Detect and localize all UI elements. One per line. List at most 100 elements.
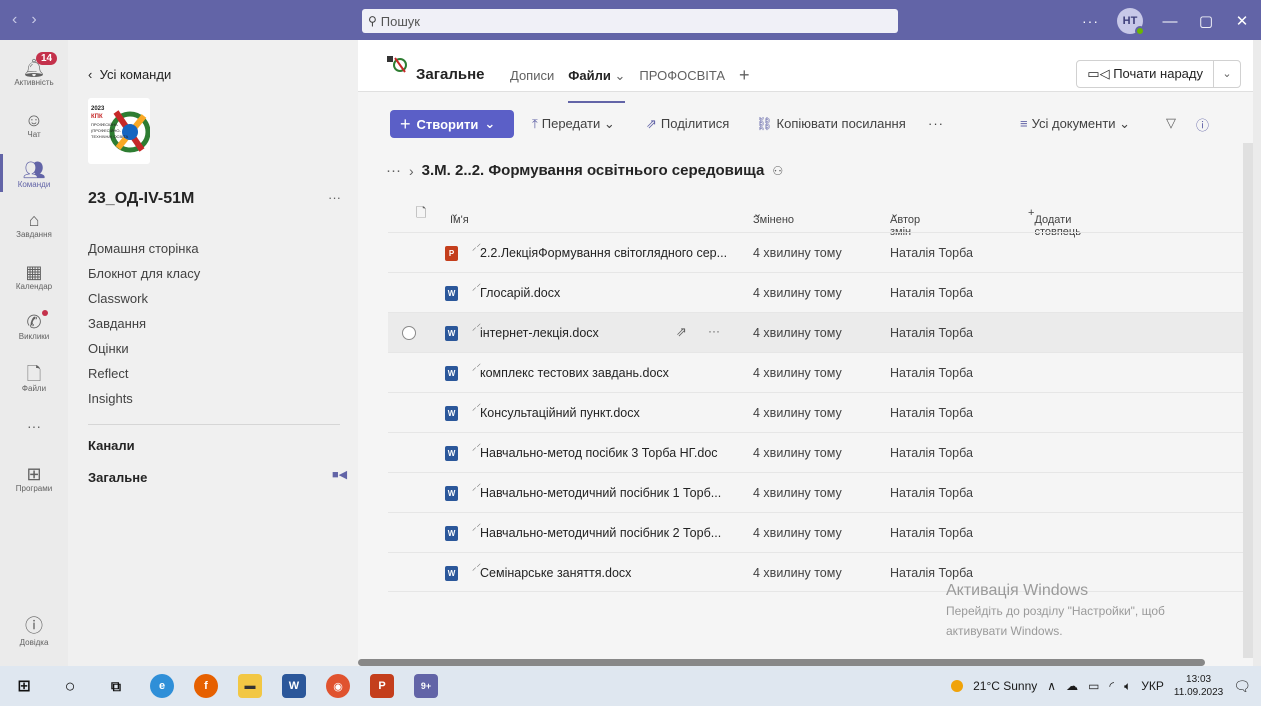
team-panel: ‹ Усі команди 2023 КПК ПРОФЕСІЙНА (ПРОФЕ… xyxy=(68,40,358,666)
file-name[interactable]: Навчально-метод посібик 3 Торба НГ.doc xyxy=(480,446,718,460)
nav-reflect[interactable]: Reflect xyxy=(88,361,200,386)
file-name[interactable]: Глосарій.docx xyxy=(480,286,560,300)
firefox-icon[interactable]: f xyxy=(194,674,218,698)
file-name[interactable]: Консультаційний пункт.docx xyxy=(480,406,640,420)
chevron-down-icon[interactable]: ⌄ xyxy=(1214,61,1240,87)
file-name[interactable]: Навчально-методичний посібник 2 Торб... xyxy=(480,526,721,540)
upload-button[interactable]: ⤒ Передати ⌄ xyxy=(532,116,615,132)
clock-date: 11.09.2023 xyxy=(1173,687,1224,698)
rail-teams[interactable]: 👥︎ Команди xyxy=(0,160,68,189)
chrome-icon[interactable]: ◉ xyxy=(326,674,350,698)
tray-chevron-up-icon[interactable]: ∧ xyxy=(1047,679,1056,693)
weather-text[interactable]: 21°C Sunny xyxy=(973,679,1037,693)
close-button[interactable]: ✕ xyxy=(1233,12,1251,30)
title-bar: ‹ › ⚲ Пошук ··· НТ — ▢ ✕ xyxy=(0,0,1261,40)
rail-assignments[interactable]: ⌂ Завдання xyxy=(0,210,68,239)
rail-chat[interactable]: ☺ Чат xyxy=(0,110,68,139)
rail-calendar[interactable]: ▦ Календар xyxy=(0,262,68,291)
task-view-icon[interactable]: ⧉ xyxy=(104,674,128,698)
settings-more-button[interactable]: ··· xyxy=(1082,13,1099,29)
network-icon[interactable]: ◜ xyxy=(1109,679,1114,693)
col-name[interactable]: Ім'я ⌄ xyxy=(450,207,469,226)
meet-now-button[interactable]: ▭◁ Почати нараду ⌄ xyxy=(1076,60,1241,88)
table-row[interactable]: W ⸝⸍ Навчально-метод посібик 3 Торба НГ.… xyxy=(388,432,1243,472)
rail-activity[interactable]: 🔔︎ 14 Активність xyxy=(0,52,68,87)
col-modified[interactable]: Змінено ⌄ xyxy=(753,207,794,226)
app-rail: 🔔︎ 14 Активність ☺ Чат 👥︎ Команди ⌂ Завд… xyxy=(0,40,68,666)
edge-browser-icon[interactable]: e xyxy=(150,674,174,698)
file-name[interactable]: інтернет-лекція.docx xyxy=(480,326,599,340)
nav-insights[interactable]: Insights xyxy=(88,386,200,411)
file-name[interactable]: Семінарське заняття.docx xyxy=(480,566,631,580)
weather-sun-icon xyxy=(951,680,964,692)
tab-posts[interactable]: Дописи xyxy=(510,68,554,84)
forward-arrow-icon[interactable]: › xyxy=(31,11,36,29)
onedrive-cloud-icon[interactable]: ☁ xyxy=(1066,679,1078,693)
back-arrow-icon[interactable]: ‹ xyxy=(12,11,17,29)
view-selector[interactable]: ≡ Усі документи ⌄ xyxy=(1020,116,1130,132)
file-name[interactable]: Навчально-методичний посібник 1 Торб... xyxy=(480,486,721,500)
copy-link-label: Копіювати посилання xyxy=(776,116,906,131)
powerpoint-app-icon[interactable]: P xyxy=(370,674,394,698)
filter-icon[interactable]: ▽ xyxy=(1166,115,1176,131)
rail-more-button[interactable]: ··· xyxy=(0,418,68,434)
rail-apps[interactable]: ⊞ Програми xyxy=(0,464,68,493)
tab-profosvita[interactable]: ПРОФОСВІТА xyxy=(639,68,725,84)
view-label: Усі документи xyxy=(1031,116,1116,131)
nav-notebook[interactable]: Блокнот для класу xyxy=(88,261,200,286)
nav-grades[interactable]: Оцінки xyxy=(88,336,200,361)
tab-files[interactable]: Файли ⌄ xyxy=(568,68,626,103)
table-row[interactable]: W ⸝⸍ Глосарій.docx 4 хвилину тому Наталі… xyxy=(388,272,1243,312)
powerpoint-file-icon: P xyxy=(445,246,458,261)
rail-files[interactable]: 🗋︎ Файли xyxy=(0,364,68,393)
minimize-button[interactable]: — xyxy=(1161,13,1179,30)
rail-calls[interactable]: ✆ Виклики xyxy=(0,310,68,341)
team-more-button[interactable]: ··· xyxy=(328,190,341,205)
volume-icon[interactable]: 🔈︎ xyxy=(1124,679,1131,694)
windows-start-icon[interactable]: ⊞ xyxy=(12,674,36,698)
notifications-icon[interactable]: 🗨︎ xyxy=(1233,678,1251,695)
nav-assignments[interactable]: Завдання xyxy=(88,311,200,336)
teams-app-icon[interactable]: 9+ xyxy=(414,674,438,698)
share-button[interactable]: ⇗ Поділитися xyxy=(646,116,729,132)
file-name[interactable]: комплекс тестових завдань.docx xyxy=(480,366,669,380)
breadcrumb-ellipsis[interactable]: ··· xyxy=(386,162,401,179)
create-button[interactable]: + Створити ⌄ xyxy=(390,110,514,138)
maximize-button[interactable]: ▢ xyxy=(1197,12,1215,30)
copy-link-button[interactable]: ⛓ Копіювати посилання xyxy=(756,116,906,132)
row-more-button[interactable]: ··· xyxy=(708,324,720,338)
share-icon[interactable]: ⇗ xyxy=(676,324,687,340)
add-tab-button[interactable]: + xyxy=(739,66,750,84)
table-row[interactable]: P ⸝⸍ 2.2.ЛекціяФормування світоглядного … xyxy=(388,232,1243,272)
add-column-button[interactable]: + Додати стовпець xyxy=(1028,207,1081,238)
channels-header[interactable]: Канали xyxy=(88,438,135,453)
toolbar-more-button[interactable]: ··· xyxy=(928,116,944,131)
link-icon: ⛓ xyxy=(756,116,773,131)
file-name[interactable]: 2.2.ЛекціяФормування світоглядного сер..… xyxy=(480,246,727,260)
language-indicator[interactable]: УКР xyxy=(1141,679,1164,693)
search-input[interactable]: ⚲ Пошук xyxy=(362,9,898,33)
word-app-icon[interactable]: W xyxy=(282,674,306,698)
people-icon[interactable]: ⚇ xyxy=(772,164,783,178)
search-icon[interactable]: ○ xyxy=(58,674,82,698)
vertical-scrollbar[interactable] xyxy=(1243,143,1253,658)
channel-logo xyxy=(386,53,408,75)
nav-home[interactable]: Домашня сторінка xyxy=(88,236,200,261)
table-row[interactable]: W ⸝⸍ комплекс тестових завдань.docx 4 хв… xyxy=(388,352,1243,392)
info-icon[interactable]: ⓘ xyxy=(1196,115,1209,134)
avatar[interactable]: НТ xyxy=(1117,8,1145,36)
table-row[interactable]: W ⸝⸍ інтернет-лекція.docx ⇗ ··· 4 хвилин… xyxy=(388,312,1243,352)
clock[interactable]: 13:03 11.09.2023 xyxy=(1174,673,1223,699)
rail-help[interactable]: ⓘ Довідка xyxy=(0,612,68,647)
table-row[interactable]: W ⸝⸍ Навчально-методичний посібник 1 Тор… xyxy=(388,472,1243,512)
nav-classwork[interactable]: Classwork xyxy=(88,286,200,311)
table-row[interactable]: W ⸝⸍ Навчально-методичний посібник 2 Тор… xyxy=(388,512,1243,552)
battery-icon[interactable]: ▭ xyxy=(1088,679,1099,693)
horizontal-scrollbar[interactable] xyxy=(358,659,1205,666)
all-teams-link[interactable]: ‹ Усі команди xyxy=(88,67,171,82)
channel-general[interactable]: Загальне xyxy=(88,470,147,485)
col-author[interactable]: Автор змін ⌄ xyxy=(890,207,920,238)
file-explorer-icon[interactable]: ▬ xyxy=(238,674,262,698)
table-row[interactable]: W ⸝⸍ Консультаційний пункт.docx 4 хвилин… xyxy=(388,392,1243,432)
row-select-checkbox[interactable] xyxy=(402,326,416,340)
